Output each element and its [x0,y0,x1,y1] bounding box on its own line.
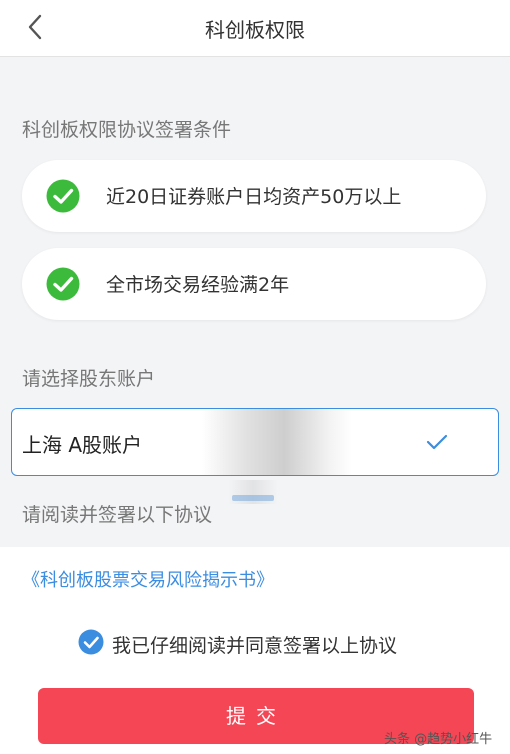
agreement-label: 请阅读并签署以下协议 [22,504,213,526]
condition-text: 近20日证券账户日均资产50万以上 [106,186,402,208]
redaction-smudge [232,495,274,501]
conditions-label: 科创板权限协议签署条件 [22,119,232,141]
redaction-smudge [202,409,352,475]
check-mark-icon [426,434,448,450]
check-circle-icon [46,267,80,301]
consent-text: 我已仔细阅读并同意签署以上协议 [112,635,398,657]
page-title: 科创板权限 [205,18,305,42]
condition-item: 全市场交易经验满2年 [22,248,486,320]
nav-bar: 科创板权限 [0,0,510,57]
agreement-row: 《科创板股票交易风险揭示书》 [0,547,510,607]
shareholder-account-option[interactable]: 上海 A股账户 [11,408,499,476]
checkbox-checked-icon [78,629,104,655]
condition-item: 近20日证券账户日均资产50万以上 [22,160,486,232]
risk-disclosure-link[interactable]: 《科创板股票交易风险揭示书》 [22,566,274,592]
check-circle-icon [46,179,80,213]
account-label: 请选择股东账户 [22,368,156,390]
account-name: 上海 A股账户 [22,433,143,457]
watermark: 头条 @趋势小红牛 [384,732,493,747]
condition-text: 全市场交易经验满2年 [106,274,290,296]
